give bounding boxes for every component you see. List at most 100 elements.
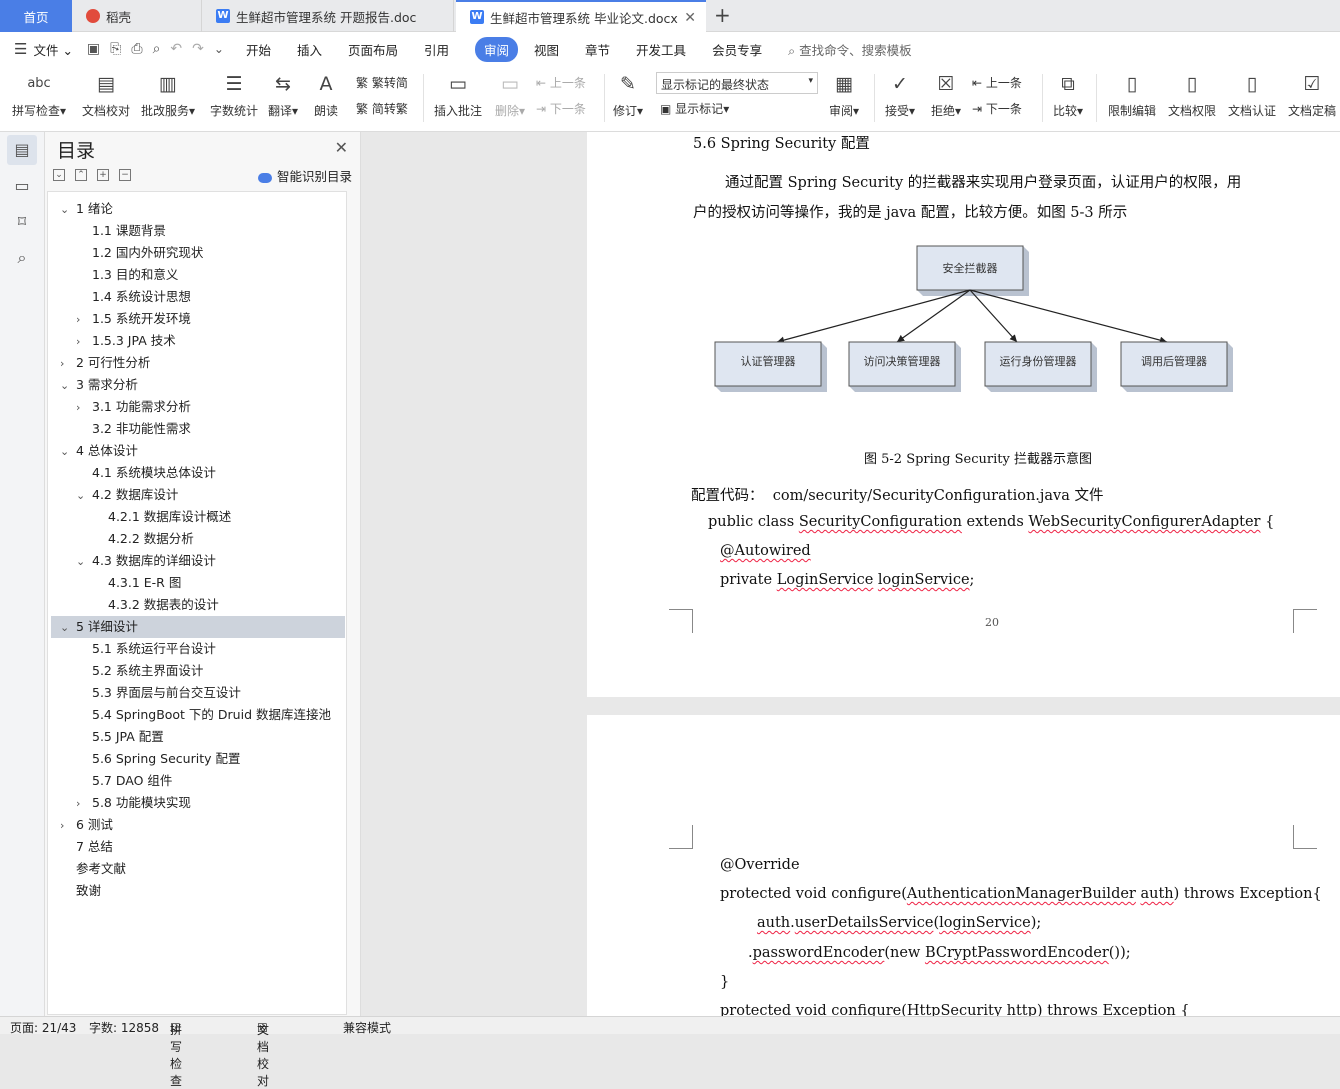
- review-pane-button[interactable]: ▦ 审阅▾: [824, 70, 864, 119]
- compare-button[interactable]: ⧉ 比较▾: [1048, 70, 1088, 119]
- toc-item[interactable]: ⌄ 4 总体设计: [60, 440, 138, 462]
- markup-state-select[interactable]: 显示标记的最终状态 ▾: [656, 72, 818, 94]
- export-icon[interactable]: ⎘: [110, 41, 121, 57]
- prev-change-button[interactable]: ⇤ 上一条: [972, 74, 1022, 91]
- word-count-button[interactable]: ☰ 字数统计: [206, 70, 262, 119]
- save-icon[interactable]: ▣: [87, 41, 100, 57]
- expand-all-icon[interactable]: ⌃: [75, 169, 87, 181]
- print-preview-icon[interactable]: ⌕: [153, 41, 161, 57]
- toc-item[interactable]: 7 总结: [60, 836, 113, 858]
- accept-button[interactable]: ✓ 接受▾: [880, 70, 920, 119]
- prev-comment-button[interactable]: ⇤ 上一条: [536, 74, 586, 91]
- menu-view[interactable]: 视图: [534, 40, 559, 59]
- close-icon[interactable]: ✕: [684, 10, 696, 26]
- tab-proposal-doc[interactable]: W 生鲜超市管理系统 开题报告.doc: [202, 0, 454, 32]
- toc-item[interactable]: ⌄ 3 需求分析: [60, 374, 138, 396]
- search-icon[interactable]: ⌕: [7, 243, 37, 273]
- toc-item[interactable]: 参考文献: [60, 858, 126, 880]
- show-markup-button[interactable]: ▣ 显示标记▾: [660, 100, 729, 117]
- toc-item[interactable]: 5.2 系统主界面设计: [76, 660, 203, 682]
- delete-comment-button[interactable]: ▭ 删除▾: [490, 70, 530, 119]
- toc-item[interactable]: 1.4 系统设计思想: [76, 286, 191, 308]
- page-indicator[interactable]: 页面: 21/43: [10, 1019, 76, 1036]
- chevron-right-icon[interactable]: ›: [76, 793, 92, 815]
- proofread-button[interactable]: ▤ 文档校对: [78, 70, 134, 119]
- chevron-down-icon[interactable]: ⌄: [60, 617, 76, 639]
- print-icon[interactable]: ⎙: [131, 41, 142, 57]
- toc-item[interactable]: 5.7 DAO 组件: [76, 770, 172, 792]
- toc-item[interactable]: 4.1 系统模块总体设计: [76, 462, 216, 484]
- undo-icon[interactable]: ↶: [170, 41, 182, 57]
- reject-button[interactable]: ☒ 拒绝▾: [926, 70, 966, 119]
- restrict-edit-button[interactable]: ▯ 限制编辑: [1104, 70, 1160, 119]
- toc-item[interactable]: › 6 测试: [60, 814, 113, 836]
- toc-item[interactable]: 5.3 界面层与前台交互设计: [76, 682, 241, 704]
- toc-item[interactable]: ⌄ 5 详细设计: [51, 616, 345, 638]
- add-heading-icon[interactable]: +: [97, 169, 109, 181]
- read-aloud-button[interactable]: A 朗读: [308, 70, 344, 119]
- menu-layout[interactable]: 页面布局: [348, 40, 398, 59]
- toc-item[interactable]: 1.1 课题背景: [76, 220, 166, 242]
- toc-item[interactable]: › 1.5.3 JPA 技术: [76, 330, 176, 352]
- smart-toc-button[interactable]: 智能识别目录: [257, 166, 352, 185]
- tab-thesis-doc[interactable]: W 生鲜超市管理系统 毕业论文.docx ✕: [456, 0, 706, 32]
- close-icon[interactable]: ✕: [335, 138, 348, 157]
- toc-item[interactable]: 4.2.1 数据库设计概述: [92, 506, 231, 528]
- chevron-right-icon[interactable]: ›: [76, 309, 92, 331]
- menu-reference[interactable]: 引用: [424, 40, 449, 59]
- toc-item[interactable]: 1.3 目的和意义: [76, 264, 178, 286]
- chevron-right-icon[interactable]: ›: [60, 815, 76, 837]
- toc-panel-icon[interactable]: ▤: [7, 135, 37, 165]
- toc-item[interactable]: ⌄ 4.2 数据库设计: [76, 484, 178, 506]
- toc-item[interactable]: › 5.8 功能模块实现: [76, 792, 191, 814]
- simp-to-trad-button[interactable]: 繁 简转繁: [356, 100, 408, 117]
- trad-to-simp-button[interactable]: 繁 繁转简: [356, 74, 408, 91]
- remove-heading-icon[interactable]: −: [119, 169, 131, 181]
- toc-item[interactable]: › 3.1 功能需求分析: [76, 396, 191, 418]
- chevron-right-icon[interactable]: ›: [76, 331, 92, 353]
- tab-home[interactable]: 首页: [0, 0, 72, 32]
- toc-item[interactable]: 5.6 Spring Security 配置: [76, 748, 240, 770]
- translate-button[interactable]: ⇆ 翻译▾: [264, 70, 302, 119]
- toc-item[interactable]: 4.2.2 数据分析: [92, 528, 194, 550]
- new-tab-icon[interactable]: +: [714, 3, 731, 27]
- insert-comment-button[interactable]: ▭ 插入批注: [430, 70, 486, 119]
- doc-permission-button[interactable]: ▯ 文档权限: [1164, 70, 1220, 119]
- menu-start[interactable]: 开始: [246, 40, 271, 59]
- batch-service-button[interactable]: ▥ 批改服务▾: [138, 70, 198, 119]
- chevron-down-icon[interactable]: ⌄: [60, 375, 76, 397]
- menu-member[interactable]: 会员专享: [712, 40, 762, 59]
- toc-item[interactable]: 3.2 非功能性需求: [76, 418, 191, 440]
- chevron-right-icon[interactable]: ›: [60, 353, 76, 375]
- chevron-down-icon[interactable]: ⌄: [60, 441, 76, 463]
- toc-item[interactable]: ⌄ 4.3 数据库的详细设计: [76, 550, 216, 572]
- command-search[interactable]: ⌕ 查找命令、搜索模板: [788, 40, 912, 59]
- doc-cert-button[interactable]: ▯ 文档认证: [1224, 70, 1280, 119]
- next-change-button[interactable]: ⇥ 下一条: [972, 100, 1022, 117]
- chevron-down-icon[interactable]: ⌄: [60, 199, 76, 221]
- more-chevron-icon[interactable]: ⌄: [214, 42, 224, 56]
- toc-item[interactable]: › 2 可行性分析: [60, 352, 150, 374]
- track-changes-button[interactable]: ✎ 修订▾: [608, 70, 648, 119]
- toc-item[interactable]: 5.1 系统运行平台设计: [76, 638, 216, 660]
- spell-check-button[interactable]: abc 拼写检查▾: [10, 70, 68, 119]
- word-count-indicator[interactable]: 字数: 12858: [89, 1019, 159, 1036]
- chevron-right-icon[interactable]: ›: [76, 397, 92, 419]
- toc-item[interactable]: 1.2 国内外研究现状: [76, 242, 203, 264]
- toc-item[interactable]: 致谢: [60, 880, 101, 902]
- toc-item[interactable]: ⌄ 1 绪论: [60, 198, 113, 220]
- chevron-down-icon[interactable]: ⌄: [76, 551, 92, 573]
- chapter-nav-icon[interactable]: ▭: [7, 171, 37, 201]
- toc-item[interactable]: 5.4 SpringBoot 下的 Druid 数据库连接池: [76, 704, 331, 726]
- menu-insert[interactable]: 插入: [297, 40, 322, 59]
- menu-review[interactable]: 审阅: [475, 36, 519, 62]
- toc-item[interactable]: 4.3.2 数据表的设计: [92, 594, 219, 616]
- doc-finalize-button[interactable]: ☑ 文档定稿: [1284, 70, 1340, 119]
- toc-item[interactable]: 4.3.1 E-R 图: [92, 572, 181, 594]
- toc-item[interactable]: 5.5 JPA 配置: [76, 726, 164, 748]
- menu-dev-tools[interactable]: 开发工具: [636, 40, 686, 59]
- menu-chapter[interactable]: 章节: [585, 40, 610, 59]
- hamburger-icon[interactable]: ☰: [14, 40, 27, 58]
- toc-item[interactable]: › 1.5 系统开发环境: [76, 308, 191, 330]
- menu-file[interactable]: 文件 ⌄: [33, 40, 72, 59]
